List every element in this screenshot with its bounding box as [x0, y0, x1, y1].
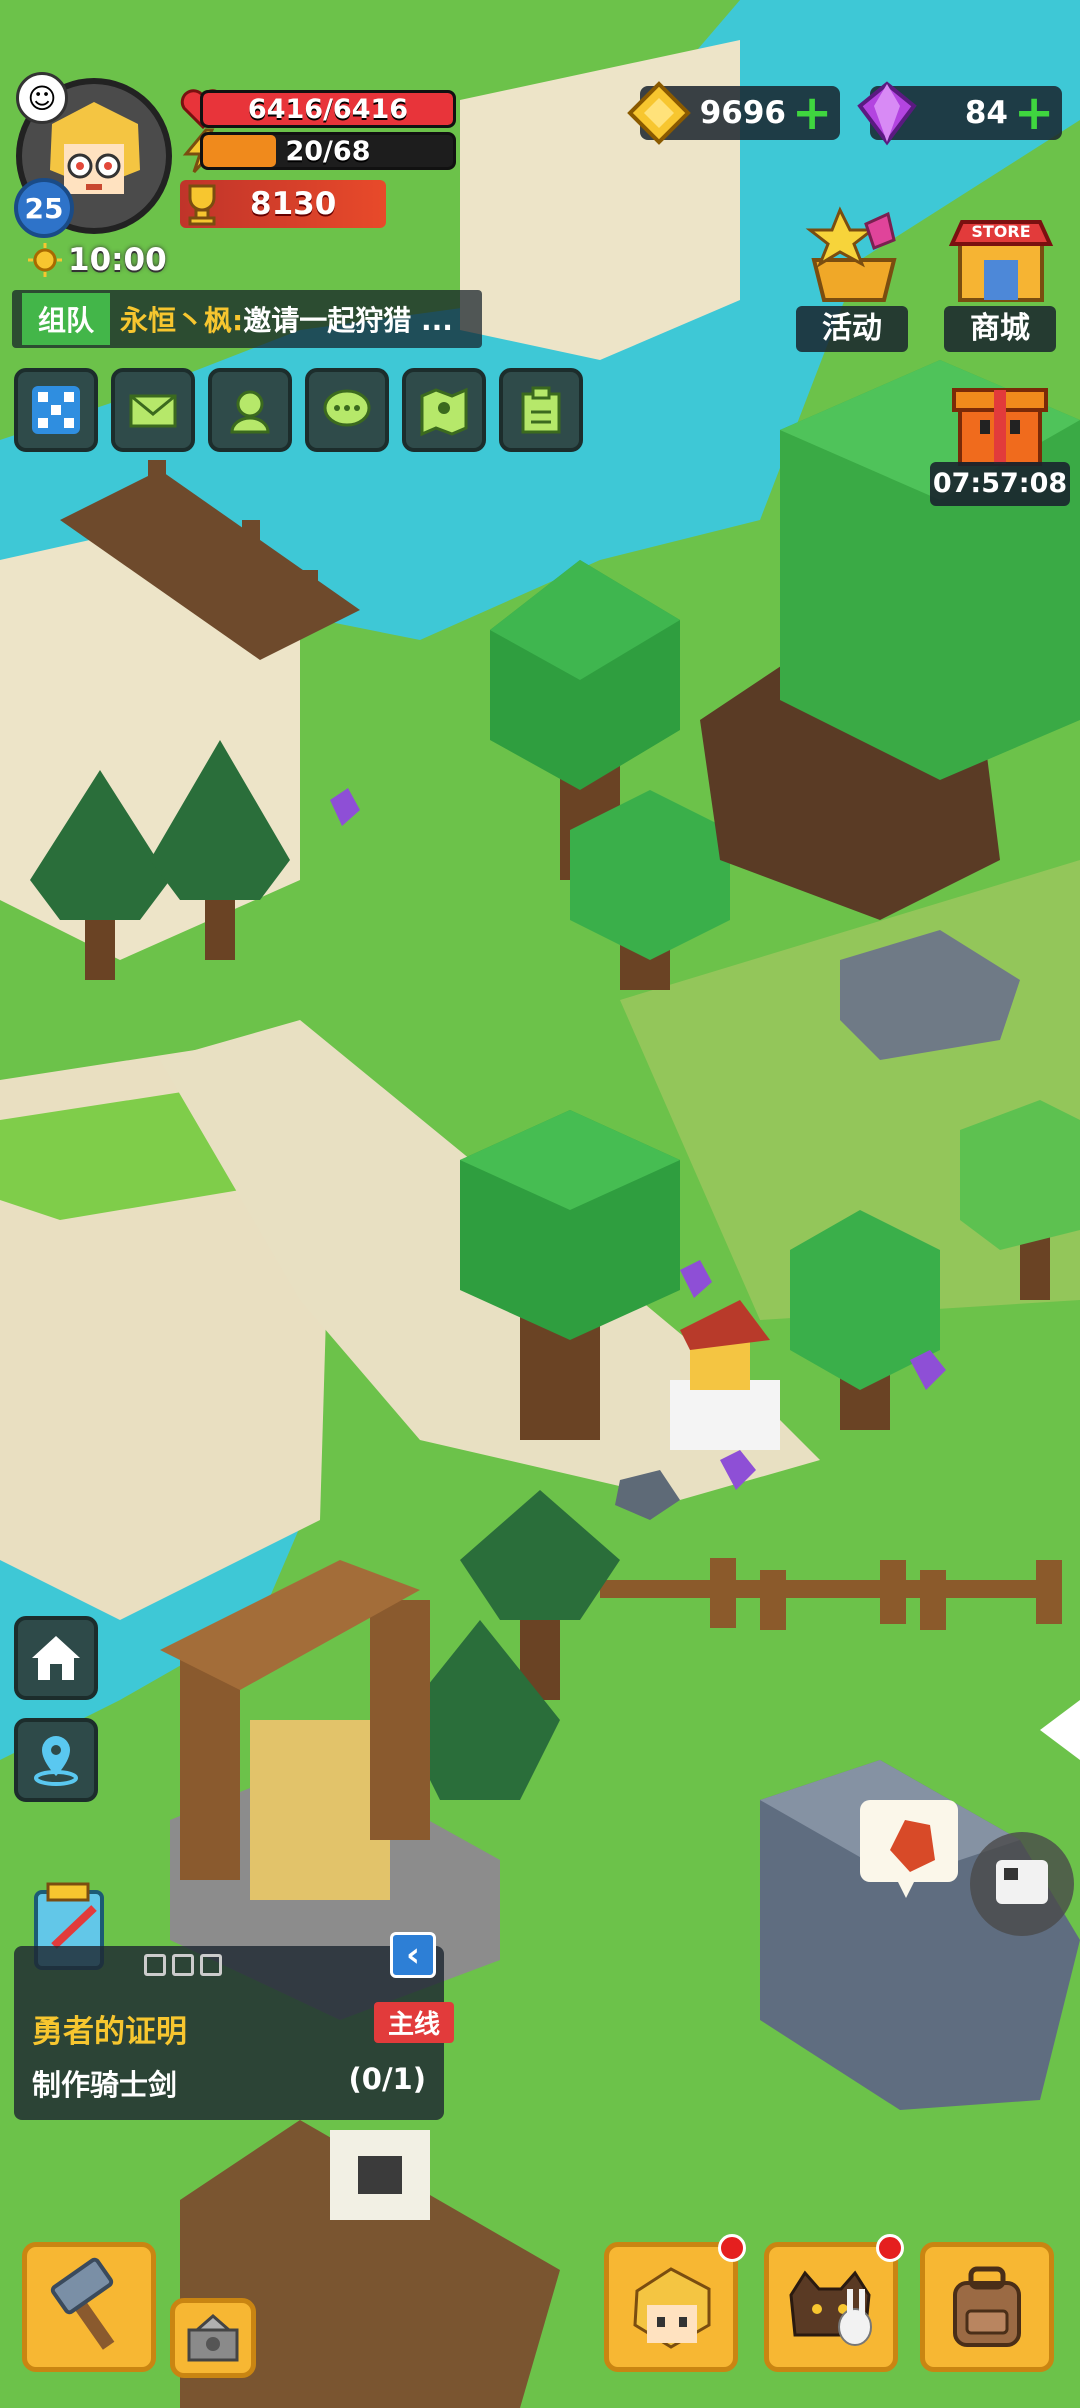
store-sign: STORE: [971, 222, 1031, 241]
power-panel: 8130: [180, 180, 386, 228]
gift-box-icon[interactable]: [950, 370, 1050, 470]
emote-icon[interactable]: ☺: [16, 72, 68, 124]
gem-currency[interactable]: 84 +: [857, 81, 1062, 146]
clock: 10:00: [28, 242, 167, 278]
store-label: 商城: [944, 306, 1056, 352]
team-invite-bar[interactable]: 组队 永恒丶枫: 邀请一起狩猎 ...: [12, 290, 482, 348]
world-map-button[interactable]: [402, 368, 486, 452]
pets-icon: [789, 2270, 872, 2346]
pets-button[interactable]: [764, 2242, 898, 2372]
clock-time: 10:00: [68, 242, 167, 278]
gold-coin-icon: [627, 81, 691, 145]
gem-amount: 84: [964, 95, 1008, 131]
hammer-icon: [50, 2257, 115, 2350]
level-badge: 25: [14, 178, 74, 238]
hero-icon: [633, 2267, 711, 2349]
trophy-icon: [188, 184, 216, 226]
chat-icon: [323, 389, 371, 427]
player-avatar[interactable]: ☺ 25: [14, 72, 172, 238]
notice-button[interactable]: [499, 368, 583, 452]
world-map-icon: [420, 387, 468, 437]
pets-notification-dot: [876, 2234, 904, 2262]
location-icon: [34, 1736, 78, 1786]
hp-bar: 6416/6416: [200, 90, 456, 128]
quest-title: 勇者的证明: [32, 2014, 187, 2050]
workbench-icon: [187, 2314, 239, 2362]
add-gold-button[interactable]: +: [792, 89, 832, 137]
build-button[interactable]: [22, 2242, 156, 2372]
sun-icon: [28, 243, 62, 277]
team-tag: 组队: [22, 293, 111, 345]
backpack-button[interactable]: [920, 2242, 1054, 2372]
add-gem-button[interactable]: +: [1014, 89, 1054, 137]
location-button[interactable]: [14, 1718, 98, 1802]
energy-text: 20/68: [285, 135, 371, 167]
hero-button[interactable]: [604, 2242, 738, 2372]
team-message: 邀请一起狩猎 ...: [243, 304, 453, 337]
chat-button[interactable]: [305, 368, 389, 452]
workbench-button[interactable]: [170, 2298, 256, 2378]
backpack-icon: [953, 2266, 1021, 2347]
hp-text: 6416/6416: [247, 93, 409, 125]
team-sender: 永恒丶枫:: [120, 304, 244, 337]
map-grid-button[interactable]: [14, 368, 98, 452]
store-icon: [948, 220, 1054, 302]
power-value: 8130: [250, 186, 337, 222]
friends-button[interactable]: [208, 368, 292, 452]
gold-amount: 9696: [699, 95, 786, 131]
gift-countdown: 07:57:08: [930, 462, 1070, 506]
home-icon: [32, 1636, 80, 1680]
notice-icon: [521, 386, 561, 434]
gold-currency[interactable]: 9696 +: [627, 81, 840, 145]
friends-icon: [230, 390, 270, 434]
store-button[interactable]: STORE 商城: [944, 200, 1056, 352]
event-label: 活动: [796, 306, 908, 352]
event-button[interactable]: 活动: [796, 200, 908, 352]
gift-basket-icon: [805, 206, 897, 302]
quest-panel[interactable]: ‹ 勇者的证明 主线 制作骑士剑 (0/1): [14, 1932, 454, 2120]
mail-button[interactable]: [111, 368, 195, 452]
top-icon-row: [14, 368, 583, 452]
quest-progress: (0/1): [348, 2062, 426, 2096]
map-grid-icon: [32, 386, 80, 434]
home-button[interactable]: [14, 1616, 98, 1700]
gem-icon: [857, 81, 917, 146]
mail-icon: [129, 394, 177, 428]
quest-page-dots: [144, 1954, 222, 1976]
energy-bar: 20/68: [200, 132, 456, 170]
hero-notification-dot: [718, 2234, 746, 2262]
quest-objective: 制作骑士剑: [32, 2068, 178, 2102]
cow-pet: [970, 1832, 1074, 1936]
collapse-quest-button[interactable]: ‹: [390, 1932, 436, 1978]
quest-tag: 主线: [373, 2002, 454, 2043]
